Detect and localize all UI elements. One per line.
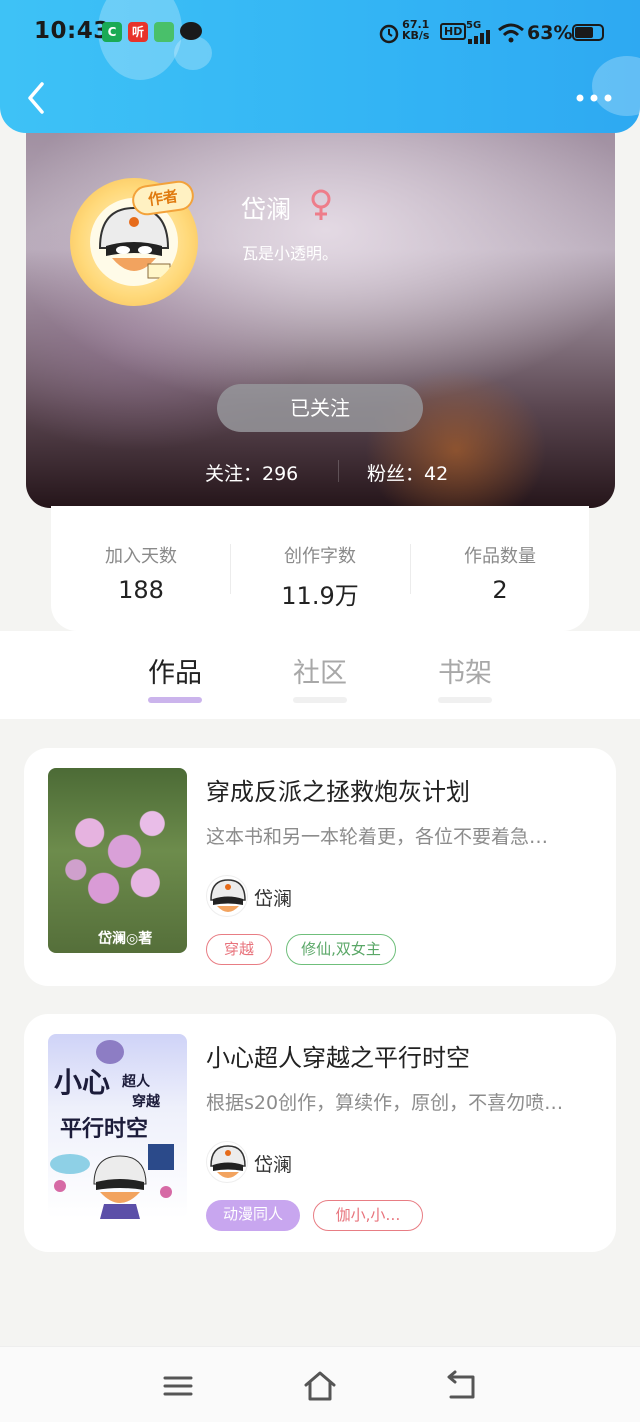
book-title[interactable]: 穿成反派之拯救炮灰计划: [206, 772, 470, 807]
listen-app-icon: 听: [128, 22, 148, 42]
book-title[interactable]: 小心超人穿越之平行时空: [206, 1038, 470, 1073]
battery-icon: [572, 24, 604, 41]
fans-count[interactable]: 粉丝：42: [367, 459, 448, 486]
net-speed: 67.1 KB/s: [402, 19, 429, 41]
alarm-icon: [379, 24, 399, 44]
battery-percent: 63%: [527, 22, 573, 44]
svg-text:穿越: 穿越: [132, 1093, 161, 1110]
stat-works-count: 作品数量 2: [410, 542, 590, 604]
cartoon-face-icon: [210, 879, 246, 912]
hd-icon: HD: [440, 23, 467, 40]
tab-indicator: [293, 697, 347, 703]
book-card[interactable]: 小心 超人 穿越 平行时空 小心超人穿越之平行时空 根据s20创作，算续作，原创…: [24, 1014, 616, 1252]
stat-label: 创作字数: [284, 546, 356, 567]
stat-label: 加入天数: [105, 546, 177, 567]
tab-works[interactable]: 作品: [135, 651, 215, 690]
profile-hero: [26, 110, 615, 508]
tab-community[interactable]: 社区: [280, 651, 360, 690]
followed-button[interactable]: 已关注: [217, 384, 423, 432]
username: 岱澜: [241, 195, 292, 224]
clock: 10:43: [34, 18, 110, 44]
chat-bubble-icon: [180, 22, 202, 40]
gift-app-icon: [154, 22, 174, 42]
status-bar: 10:43 C 听 67.1 KB/s HD 5G 63%: [0, 0, 640, 64]
cover-illustration: 小心 超人 穿越 平行时空: [50, 1040, 174, 1219]
signal-icon: [468, 30, 490, 44]
stat-label: 作品数量: [464, 546, 536, 567]
wifi-icon: [498, 23, 524, 43]
following-count[interactable]: 关注：296: [205, 459, 298, 486]
tab-indicator: [148, 697, 202, 703]
book-description: 这本书和另一本轮着更，各位不要着急…: [206, 826, 549, 848]
book-cover[interactable]: 岱澜◎著: [48, 768, 187, 953]
stat-word-count: 创作字数 11.9万: [230, 542, 410, 611]
c-app-icon: C: [102, 22, 122, 42]
user-bio: 瓦是小透明。: [242, 244, 339, 263]
top-bar: 10:43 C 听 67.1 KB/s HD 5G 63%: [0, 0, 640, 133]
menu-icon[interactable]: [161, 1369, 195, 1403]
back-arrow-icon[interactable]: [22, 80, 52, 116]
author-mini-avatar: [206, 875, 248, 917]
battery-fill: [575, 27, 593, 38]
tab-bar: 作品 社区 书架: [0, 631, 640, 719]
book-cover[interactable]: 小心 超人 穿越 平行时空: [48, 1034, 187, 1219]
book-card[interactable]: 岱澜◎著 穿成反派之拯救炮灰计划 这本书和另一本轮着更，各位不要着急… 岱澜 穿…: [24, 748, 616, 986]
stat-value: 188: [118, 576, 164, 604]
female-gender-icon: [311, 189, 331, 220]
book-tag[interactable]: 动漫同人: [206, 1200, 300, 1231]
book-tag[interactable]: 伽小,小…: [313, 1200, 423, 1231]
book-author[interactable]: 岱澜: [254, 884, 292, 911]
svg-text:小心: 小心: [54, 1066, 110, 1099]
system-nav-bar: [0, 1346, 640, 1422]
author-mini-avatar: [206, 1141, 248, 1183]
divider: [338, 460, 339, 482]
stat-join-days: 加入天数 188: [51, 542, 231, 604]
net-speed-unit: KB/s: [402, 29, 430, 42]
tab-indicator: [438, 697, 492, 703]
home-icon[interactable]: [303, 1369, 337, 1403]
book-description: 根据s20创作，算续作，原创，不喜勿喷…: [206, 1092, 564, 1114]
book-author[interactable]: 岱澜: [254, 1150, 292, 1177]
svg-text:超人: 超人: [121, 1073, 151, 1090]
cartoon-face-icon: [210, 1145, 246, 1178]
svg-text:平行时空: 平行时空: [60, 1116, 148, 1142]
book-tag[interactable]: 修仙,双女主: [286, 934, 396, 965]
more-options-icon[interactable]: [574, 88, 614, 108]
author-stats-card: 加入天数 188 创作字数 11.9万 作品数量 2: [51, 506, 589, 631]
book-tag[interactable]: 穿越: [206, 934, 272, 965]
stat-value: 11.9万: [281, 582, 359, 610]
back-icon[interactable]: [445, 1369, 479, 1403]
cover-caption: 岱澜◎著: [98, 931, 153, 947]
tab-bookshelf[interactable]: 书架: [425, 651, 505, 690]
stat-value: 2: [492, 576, 508, 604]
